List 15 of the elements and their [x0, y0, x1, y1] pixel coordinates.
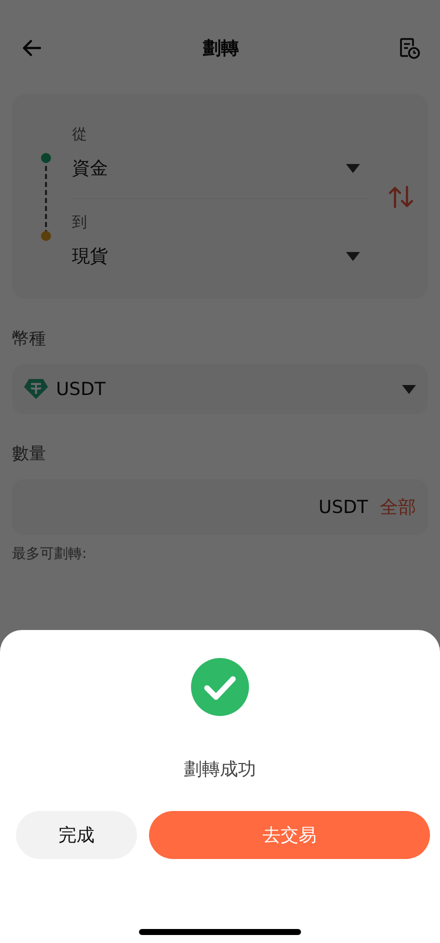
trade-button[interactable]: 去交易	[149, 811, 430, 859]
all-link[interactable]: 全部	[380, 495, 416, 519]
from-label: 從	[72, 125, 88, 144]
amount-field[interactable]: USDT 全部	[12, 479, 428, 535]
currency-label: 幣種	[12, 328, 47, 350]
max-transfer-label: 最多可劃轉:	[12, 545, 88, 563]
amount-label: 數量	[12, 443, 47, 465]
to-select[interactable]: 現貨	[72, 244, 368, 268]
done-button[interactable]: 完成	[16, 811, 137, 859]
from-select[interactable]: 資金	[72, 156, 368, 180]
success-message: 劃轉成功	[184, 758, 256, 781]
page-title: 劃轉	[203, 37, 239, 60]
unit-label: USDT	[318, 496, 368, 518]
to-label: 到	[72, 213, 88, 232]
currency-select[interactable]: USDT	[12, 364, 428, 414]
